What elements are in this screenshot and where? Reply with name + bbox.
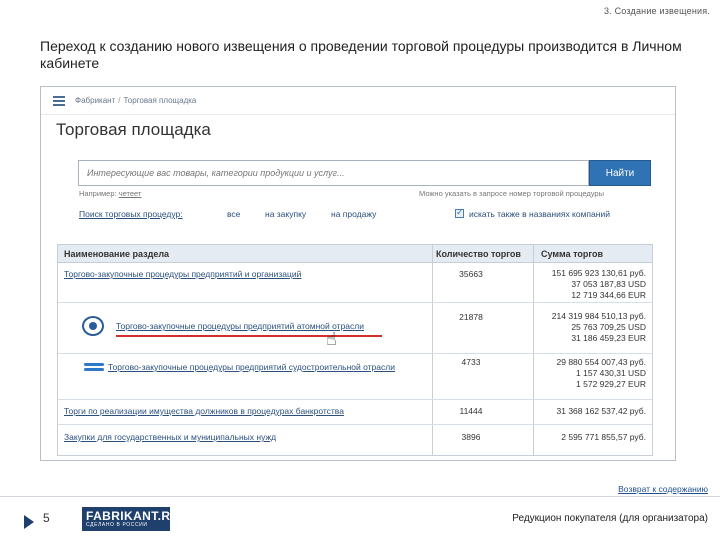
hint-prefix: Например: bbox=[79, 189, 117, 198]
hint-example-link[interactable]: четеет bbox=[119, 189, 142, 198]
table-row: Торгово-закупочные процедуры предприятий… bbox=[58, 304, 652, 354]
search-bar: Найти bbox=[78, 160, 651, 186]
sum-rub: 2 595 771 855,57 руб. bbox=[561, 432, 646, 442]
table-header: Наименование раздела Количество торгов С… bbox=[58, 245, 652, 263]
hand-cursor-icon: ☝ bbox=[326, 329, 337, 349]
sum-rub: 151 695 923 130,61 руб. bbox=[551, 268, 646, 278]
trade-sums: 29 880 554 007,43 руб. 1 157 430,31 USD … bbox=[528, 357, 646, 390]
section-link[interactable]: Торгово-закупочные процедуры предприятий… bbox=[64, 269, 301, 279]
trade-sums: 214 319 984 510,13 руб. 25 763 709,25 US… bbox=[528, 311, 646, 344]
col-name-header: Наименование раздела bbox=[64, 249, 170, 259]
logo-text: FABRIKANT.RU bbox=[86, 509, 180, 523]
return-to-contents-link[interactable]: Возврат к содержанию bbox=[618, 484, 708, 494]
menu-icon[interactable] bbox=[53, 96, 65, 106]
table-row: Торги по реализации имущества должников … bbox=[58, 401, 652, 425]
breadcrumb-home[interactable]: Фабрикант bbox=[75, 96, 115, 105]
search-hints: Например: четеет Можно указать в запросе… bbox=[79, 189, 652, 198]
col-count-header: Количество торгов bbox=[436, 249, 521, 259]
trade-sums: 151 695 923 130,61 руб. 37 053 187,83 US… bbox=[528, 268, 646, 301]
table-row: Торгово-закупочные процедуры предприятий… bbox=[58, 263, 652, 303]
fabrikant-logo: FABRIKANT.RU СДЕЛАНО В РОССИИ bbox=[82, 507, 179, 531]
search-names-checkbox[interactable] bbox=[455, 207, 464, 218]
filter-buy[interactable]: на закупку bbox=[265, 209, 306, 219]
slide-footer: 5 FABRIKANT.RU СДЕЛАНО В РОССИИ Редукцио… bbox=[0, 496, 720, 540]
filter-label: Поиск торговых процедур: bbox=[79, 209, 183, 219]
trade-count: 21878 bbox=[459, 312, 483, 322]
sum-usd: 1 157 430,31 USD bbox=[576, 368, 646, 378]
page-number: 5 bbox=[43, 511, 50, 525]
page-title: Торговая площадка bbox=[56, 120, 211, 139]
footer-caption: Редукцион покупателя (для организатора) bbox=[512, 513, 708, 524]
sum-rub: 29 880 554 007,43 руб. bbox=[556, 357, 646, 367]
trade-count: 4733 bbox=[461, 357, 481, 367]
logo-subtext: СДЕЛАНО В РОССИИ bbox=[86, 522, 148, 528]
col-sum-header: Сумма торгов bbox=[541, 249, 604, 259]
search-button[interactable]: Найти bbox=[589, 160, 651, 186]
rosatom-logo-icon bbox=[82, 316, 104, 336]
filter-names-label[interactable]: искать также в названиях компаний bbox=[469, 209, 610, 219]
sum-usd: 25 763 709,25 USD bbox=[571, 322, 646, 332]
trade-sums: 2 595 771 855,57 руб. bbox=[528, 432, 646, 443]
filter-sell[interactable]: на продажу bbox=[331, 209, 376, 219]
hint-right: Можно указать в запросе номер торговой п… bbox=[419, 189, 604, 198]
sum-rub: 214 319 984 510,13 руб. bbox=[551, 311, 646, 321]
trade-count: 11444 bbox=[459, 406, 483, 416]
filter-row: Поиск торговых процедур: все на закупку … bbox=[79, 207, 652, 223]
highlight-underline bbox=[116, 335, 382, 337]
shipbuilding-logo-icon bbox=[84, 363, 104, 375]
section-title: 3. Создание извещения. bbox=[603, 6, 710, 16]
sum-eur: 1 572 929,27 EUR bbox=[576, 379, 646, 389]
sum-usd: 37 053 187,83 USD bbox=[571, 279, 646, 289]
trade-count: 35663 bbox=[459, 269, 483, 279]
intro-text: Переход к созданию нового извещения о пр… bbox=[40, 38, 682, 71]
section-link-bankruptcy[interactable]: Торги по реализации имущества должников … bbox=[64, 406, 344, 416]
section-link-government[interactable]: Закупки для государственных и муниципаль… bbox=[64, 432, 276, 442]
sum-eur: 31 186 459,23 EUR bbox=[571, 333, 646, 343]
trade-sums: 31 368 162 537,42 руб. bbox=[528, 406, 646, 417]
play-icon[interactable] bbox=[24, 515, 34, 529]
filter-all[interactable]: все bbox=[227, 209, 240, 219]
trade-count: 3896 bbox=[461, 432, 481, 442]
table-row: Торгово-закупочные процедуры предприятий… bbox=[58, 355, 652, 400]
sum-eur: 12 719 344,66 EUR bbox=[571, 290, 646, 300]
table-row: Закупки для государственных и муниципаль… bbox=[58, 426, 652, 450]
sections-table: Наименование раздела Количество торгов С… bbox=[57, 244, 653, 456]
section-link-ship[interactable]: Торгово-закупочные процедуры предприятий… bbox=[108, 362, 395, 372]
breadcrumb: Фабрикант / Торговая площадка bbox=[75, 96, 197, 105]
trading-platform-screenshot: Фабрикант / Торговая площадка Торговая пло… bbox=[40, 86, 676, 461]
sum-rub: 31 368 162 537,42 руб. bbox=[556, 406, 646, 416]
top-bar: Фабрикант / Торговая площадка bbox=[41, 87, 675, 115]
breadcrumb-current: Торговая площадка bbox=[123, 96, 197, 105]
search-input[interactable] bbox=[78, 160, 589, 186]
